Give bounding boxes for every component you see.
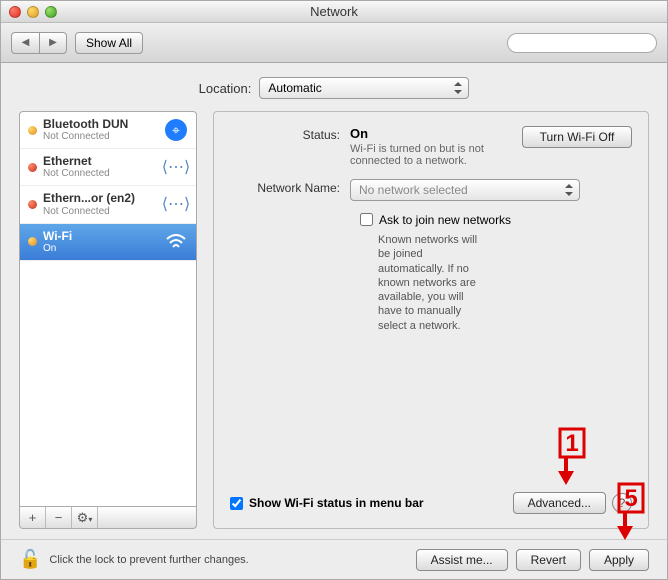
svg-text:1: 1: [565, 430, 578, 457]
content-area: Location: Automatic Bluetooth DUN Not Co…: [1, 63, 667, 539]
status-row: Status: On Wi-Fi is turned on but is not…: [230, 126, 632, 167]
network-preferences-window: Network ◀ ▶ Show All 🔍 Location: Automat…: [0, 0, 668, 580]
status-description: Wi-Fi is turned on but is not connected …: [350, 143, 522, 167]
service-ethernet-en2[interactable]: Ethern...or (en2) Not Connected ⟨⋯⟩: [20, 186, 196, 223]
status-value: On: [350, 126, 522, 141]
advanced-button[interactable]: Advanced...: [513, 492, 606, 514]
ask-join-checkbox[interactable]: [360, 213, 373, 226]
back-button[interactable]: ◀: [11, 32, 39, 54]
status-dot-icon: [28, 163, 37, 172]
search-input[interactable]: [507, 33, 657, 53]
forward-button[interactable]: ▶: [39, 32, 67, 54]
location-value: Automatic: [268, 81, 321, 95]
search-wrap: 🔍: [507, 33, 657, 53]
lock-text: Click the lock to prevent further change…: [49, 554, 248, 566]
add-service-button[interactable]: +: [20, 507, 46, 528]
detail-panel: Status: On Wi-Fi is turned on but is not…: [213, 111, 649, 529]
service-options-button[interactable]: ⚙▾: [72, 507, 98, 528]
service-name: Ethernet: [43, 155, 158, 168]
assist-me-button[interactable]: Assist me...: [416, 549, 508, 571]
service-ethernet[interactable]: Ethernet Not Connected ⟨⋯⟩: [20, 149, 196, 186]
revert-button[interactable]: Revert: [516, 549, 581, 571]
wifi-icon: [164, 230, 188, 254]
sidebar-actions: + − ⚙▾: [19, 507, 197, 529]
titlebar: Network: [1, 1, 667, 23]
service-status: Not Connected: [43, 131, 158, 142]
show-status-checkbox[interactable]: [230, 497, 243, 510]
service-status: On: [43, 243, 158, 254]
status-dot-icon: [28, 237, 37, 246]
remove-service-button[interactable]: −: [46, 507, 72, 528]
location-label: Location:: [199, 81, 252, 96]
toolbar: ◀ ▶ Show All 🔍: [1, 23, 667, 63]
lock-icon[interactable]: 🔓: [19, 549, 41, 570]
ethernet-icon: ⟨⋯⟩: [164, 192, 188, 216]
service-name: Wi-Fi: [43, 230, 158, 243]
service-status: Not Connected: [43, 206, 158, 217]
status-dot-icon: [28, 126, 37, 135]
location-select[interactable]: Automatic: [259, 77, 469, 99]
help-button[interactable]: ?: [612, 493, 632, 513]
network-name-value: No network selected: [359, 183, 468, 197]
show-status-label: Show Wi-Fi status in menu bar: [249, 496, 424, 510]
service-name: Ethern...or (en2): [43, 192, 158, 205]
bluetooth-icon: ⌖: [164, 118, 188, 142]
location-row: Location: Automatic: [19, 77, 649, 99]
network-name-label: Network Name:: [230, 179, 350, 195]
status-label: Status:: [230, 126, 350, 142]
network-name-row: Network Name: No network selected: [230, 179, 632, 201]
footer: 🔓 Click the lock to prevent further chan…: [1, 539, 667, 579]
nav-buttons: ◀ ▶: [11, 32, 67, 54]
ask-join-row: Ask to join new networks: [230, 213, 632, 227]
status-dot-icon: [28, 200, 37, 209]
service-bluetooth-dun[interactable]: Bluetooth DUN Not Connected ⌖: [20, 112, 196, 149]
ask-join-label: Ask to join new networks: [379, 213, 511, 227]
annotation-arrow-1: 1: [550, 427, 590, 488]
apply-button[interactable]: Apply: [589, 549, 649, 571]
bottom-row: Show Wi-Fi status in menu bar Advanced..…: [230, 492, 632, 514]
show-all-button[interactable]: Show All: [75, 32, 143, 54]
network-name-select[interactable]: No network selected: [350, 179, 580, 201]
ask-join-description: Known networks will be joined automatica…: [230, 233, 490, 333]
ethernet-icon: ⟨⋯⟩: [164, 155, 188, 179]
services-list: Bluetooth DUN Not Connected ⌖ Ethernet N…: [19, 111, 197, 507]
wifi-toggle-button[interactable]: Turn Wi-Fi Off: [522, 126, 632, 148]
service-status: Not Connected: [43, 168, 158, 179]
service-wifi[interactable]: Wi-Fi On: [20, 224, 196, 261]
main-panels: Bluetooth DUN Not Connected ⌖ Ethernet N…: [19, 111, 649, 529]
service-name: Bluetooth DUN: [43, 118, 158, 131]
services-sidebar: Bluetooth DUN Not Connected ⌖ Ethernet N…: [19, 111, 197, 529]
window-title: Network: [1, 4, 667, 19]
